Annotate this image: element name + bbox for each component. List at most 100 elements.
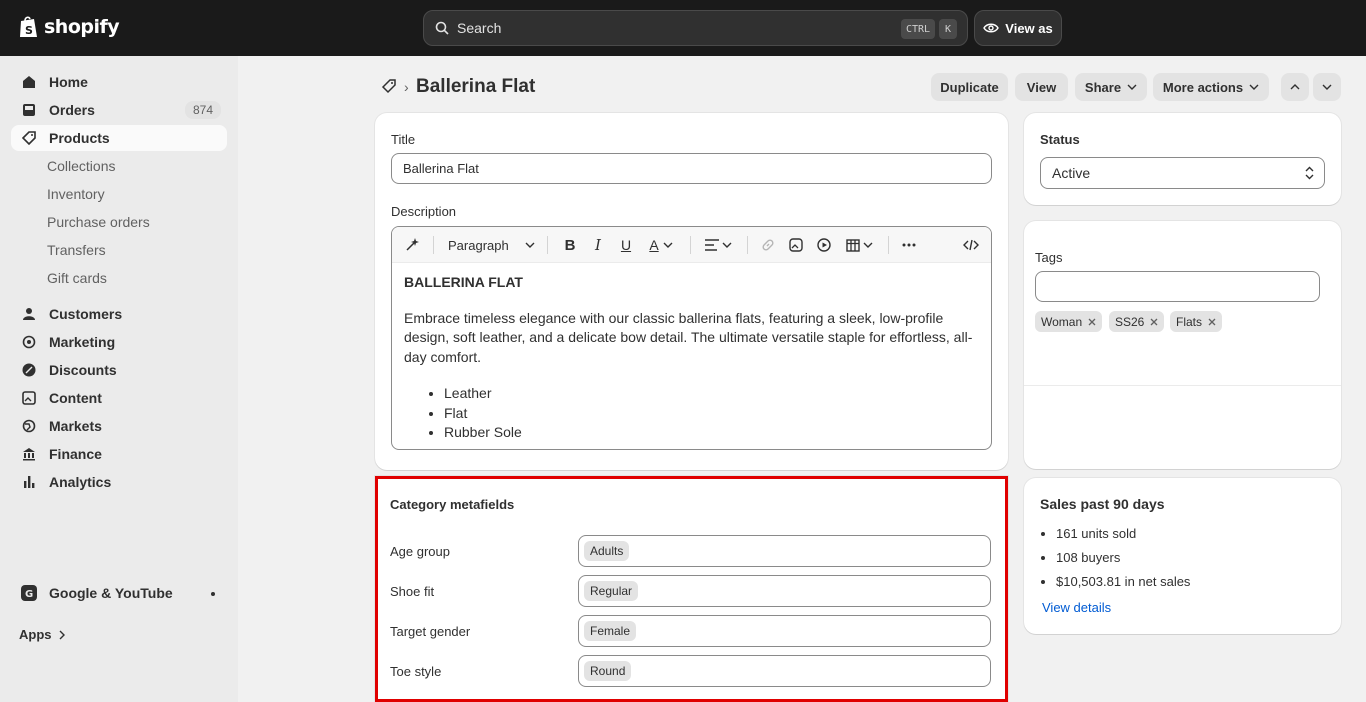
tag-chip-flats[interactable]: Flats [1170,311,1223,332]
sidebar-item-content[interactable]: Content [11,385,227,411]
description-heading: BALLERINA FLAT [404,274,523,290]
toolbar-divider [690,236,691,254]
close-icon[interactable] [1208,318,1216,326]
chevron-down-icon [1249,84,1259,90]
shoe-fit-field[interactable]: Regular [578,575,991,607]
link-icon[interactable] [760,236,776,254]
magic-sparkle-icon[interactable] [403,236,421,254]
tag-chip-ss26[interactable]: SS26 [1109,311,1165,332]
title-input-value: Ballerina Flat [403,161,479,176]
insert-image-icon[interactable] [788,236,804,254]
view-button[interactable]: View [1015,73,1068,101]
editor-toolbar: Paragraph B I U A [392,227,991,263]
more-actions-button[interactable]: More actions [1153,73,1269,101]
share-button[interactable]: Share [1075,73,1147,101]
sidebar-item-label: Customers [49,306,123,322]
toolbar-divider [747,236,748,254]
view-as-button[interactable]: View as [974,10,1062,46]
status-select[interactable]: Active [1040,157,1325,189]
toe-style-label: Toe style [390,664,442,679]
sidebar-item-orders[interactable]: Orders 874 [11,97,227,123]
shoe-fit-value-chip[interactable]: Regular [584,581,639,601]
underline-icon[interactable]: U [618,236,634,254]
button-label: Share [1084,79,1122,95]
list-item: 108 buyers [1056,546,1190,570]
sidebar-item-marketing[interactable]: Marketing [11,329,227,355]
tag-label: SS26 [1115,314,1145,329]
align-icon[interactable] [703,236,733,254]
toe-style-value-chip[interactable]: Round [584,661,632,681]
bold-icon[interactable]: B [562,236,578,254]
more-options-icon[interactable] [900,236,918,254]
insert-video-icon[interactable] [816,236,832,254]
code-view-icon[interactable] [962,236,980,254]
view-as-label: View as [1005,20,1053,36]
sidebar-item-home[interactable]: Home [11,69,227,95]
duplicate-button[interactable]: Duplicate [931,73,1008,101]
close-icon[interactable] [1150,318,1158,326]
chevron-down-icon [1322,84,1332,90]
inbox-icon [21,102,37,118]
age-group-value-chip[interactable]: Adults [584,541,630,561]
close-icon[interactable] [1088,318,1096,326]
sidebar-item-label: Content [49,390,102,406]
sidebar-item-label: Discounts [49,362,117,378]
target-gender-field[interactable]: Female [578,615,991,647]
tag-icon[interactable] [381,78,397,96]
sidebar-item-label: Marketing [49,334,116,350]
target-gender-label: Target gender [390,624,471,639]
tags-input[interactable] [1035,271,1320,302]
chevron-down-icon [1127,84,1137,90]
sidebar-item-markets[interactable]: Markets [11,413,227,439]
list-item: 161 units sold [1056,522,1190,546]
view-details-link[interactable]: View details [1042,600,1111,615]
shopify-logo[interactable]: S shopify [18,15,120,39]
insert-table-icon[interactable] [844,236,874,254]
target-icon [21,334,37,350]
toolbar-divider [888,236,889,254]
previous-product-button[interactable] [1281,73,1309,101]
title-input[interactable]: Ballerina Flat [391,153,992,184]
status-label: Status [1040,132,1080,147]
sidebar-subitem-purchase-orders[interactable]: Purchase orders [47,214,150,230]
button-label: Duplicate [940,79,999,95]
tag-chip-woman[interactable]: Woman [1035,311,1103,332]
paragraph-style-label: Paragraph [448,237,509,253]
next-product-button[interactable] [1313,73,1341,101]
bar-chart-icon [21,474,37,490]
title-label: Title [391,132,416,147]
description-content[interactable]: BALLERINA FLAT Embrace timeless elegance… [404,273,979,443]
sales-title: Sales past 90 days [1040,496,1165,512]
bank-icon [21,446,37,462]
list-item: Rubber Sole [444,423,979,443]
globe-icon [21,418,37,434]
italic-icon[interactable]: I [590,236,606,254]
eye-icon [983,23,1000,33]
paragraph-style-select[interactable]: Paragraph [448,236,538,254]
search-icon [435,21,449,35]
sidebar-apps[interactable]: Apps [19,627,66,642]
sidebar-subitem-inventory[interactable]: Inventory [47,186,105,202]
button-label: More actions [1162,79,1244,95]
sidebar-item-discounts[interactable]: Discounts [11,357,227,383]
sidebar-item-label: Orders [49,102,95,118]
tags-label: Tags [1035,250,1063,265]
sidebar-item-finance[interactable]: Finance [11,441,227,467]
search-bar[interactable]: Search CTRL K [423,10,968,46]
sidebar-item-customers[interactable]: Customers [11,301,227,327]
sidebar-item-analytics[interactable]: Analytics [11,469,227,495]
sidebar-subitem-collections[interactable]: Collections [47,158,115,174]
text-color-icon[interactable]: A [646,236,676,254]
description-bullet-list: Leather Flat Rubber Sole [404,384,979,443]
sidebar-subitem-gift-cards[interactable]: Gift cards [47,270,107,286]
age-group-field[interactable]: Adults [578,535,991,567]
home-icon [21,74,37,90]
sidebar-item-products[interactable]: Products [11,125,227,151]
top-bar: S shopify Search CTRL K View as [0,0,1366,56]
description-editor[interactable]: Paragraph B I U A BALLERINA FLAT Embrace… [391,226,992,450]
list-item: Flat [444,404,979,424]
target-gender-value-chip[interactable]: Female [584,621,637,641]
sidebar-subitem-transfers[interactable]: Transfers [47,242,106,258]
toe-style-field[interactable]: Round [578,655,991,687]
sidebar-item-google-youtube[interactable]: G Google & YouTube [11,580,227,606]
